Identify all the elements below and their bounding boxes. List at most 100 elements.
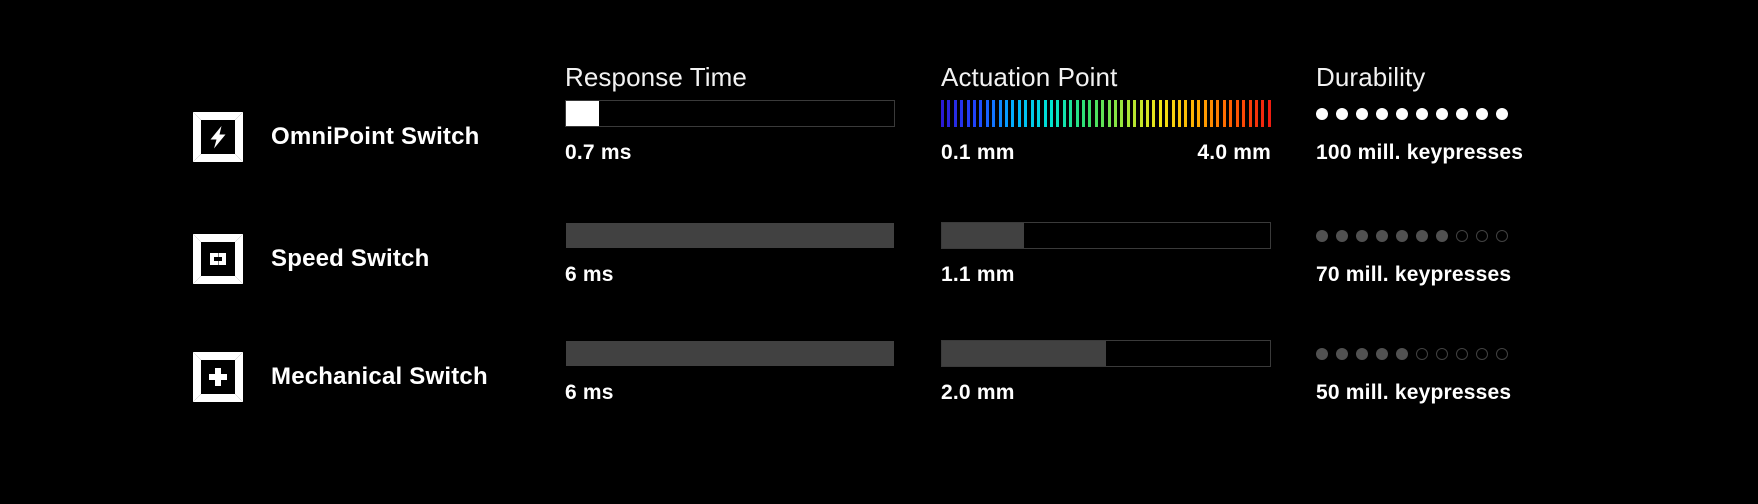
actuation-gradient-stripe [1107, 100, 1111, 127]
keycap-speed-icon [193, 234, 243, 284]
response-time-bar-fill [566, 101, 599, 126]
durability-cell: 70 mill. keypresses [1316, 222, 1646, 287]
actuation-gradient-stripe [992, 100, 996, 127]
response-time-bar-fill [566, 341, 894, 366]
actuation-gradient-stripe [1081, 100, 1085, 127]
actuation-gradient-stripe [1011, 100, 1015, 127]
actuation-gradient-stripe [1133, 100, 1137, 127]
durability-dot-filled [1316, 229, 1328, 242]
durability-cell: 50 mill. keypresses [1316, 340, 1646, 405]
response-time-value: 6 ms [565, 381, 614, 404]
durability-dot-filled [1416, 229, 1428, 242]
actuation-gradient-stripe [1216, 100, 1220, 127]
switch-comparison-table: Response Time Actuation Point Durability… [0, 0, 1758, 504]
switch-name: Mechanical Switch [271, 363, 488, 390]
switch-identity-cell: Speed Switch [190, 231, 429, 287]
actuation-point-cell: 0.1 mm 4.0 mm [941, 100, 1271, 167]
durability-dots [1316, 340, 1646, 367]
keycap-cross-icon [193, 352, 243, 402]
durability-dots [1316, 222, 1646, 249]
response-time-value: 0.7 ms [565, 141, 632, 164]
actuation-gradient-stripe [1139, 100, 1143, 127]
column-header-response-time: Response Time [565, 62, 747, 92]
actuation-gradient-stripe [1254, 100, 1258, 127]
actuation-gradient-stripe [1005, 100, 1009, 127]
actuation-gradient-stripe [1210, 100, 1214, 127]
actuation-gradient-stripe [1126, 100, 1130, 127]
column-header-actuation-point: Actuation Point [941, 62, 1118, 92]
actuation-gradient-stripe [1056, 100, 1060, 127]
actuation-point-values: 1.1 mm [941, 263, 1271, 289]
actuation-point-bar-fill [942, 341, 1106, 366]
durability-value: 100 mill. keypresses [1316, 141, 1524, 164]
actuation-gradient-stripe [1113, 100, 1117, 127]
durability-cell: 100 mill. keypresses [1316, 100, 1646, 165]
actuation-gradient-stripe [979, 100, 983, 127]
response-time-cell: 0.7 ms [565, 100, 895, 167]
actuation-gradient-stripe [1222, 100, 1226, 127]
response-time-values: 6 ms [565, 263, 895, 289]
actuation-gradient-stripe [1088, 100, 1092, 127]
actuation-gradient-stripe [1158, 100, 1162, 127]
durability-dot-empty [1496, 229, 1508, 242]
actuation-gradient-stripe [960, 100, 964, 127]
actuation-gradient-stripe [1242, 100, 1246, 127]
keycap-lightning-icon [193, 112, 243, 162]
actuation-gradient-stripe [1267, 100, 1271, 127]
response-time-value: 6 ms [565, 263, 614, 286]
durability-dot-filled [1396, 107, 1408, 120]
actuation-gradient-stripe [1037, 100, 1041, 127]
durability-dot-empty [1456, 229, 1468, 242]
durability-dot-filled [1316, 107, 1328, 120]
durability-dot-filled [1356, 229, 1368, 242]
actuation-gradient-stripe [1203, 100, 1207, 127]
actuation-point-values: 2.0 mm [941, 381, 1271, 407]
switch-name: OmniPoint Switch [271, 123, 480, 150]
actuation-gradient-stripe [1094, 100, 1098, 127]
actuation-point-value-start: 1.1 mm [941, 263, 1015, 286]
actuation-gradient-stripe [1062, 100, 1066, 127]
durability-dot-empty [1496, 347, 1508, 360]
response-time-bar [565, 222, 895, 249]
actuation-gradient-stripe [941, 100, 944, 127]
comparison-row: Speed Switch 6 ms 1.1 mm 70 mill. keypresse… [0, 222, 1758, 344]
actuation-gradient-stripe [1235, 100, 1239, 127]
actuation-point-value-start: 0.1 mm [941, 141, 1015, 164]
actuation-gradient-stripe [1178, 100, 1182, 127]
durability-dot-filled [1336, 347, 1348, 360]
actuation-gradient-stripe [1120, 100, 1124, 127]
column-header-durability: Durability [1316, 62, 1426, 92]
actuation-point-bar [941, 340, 1271, 367]
actuation-point-values: 0.1 mm 4.0 mm [941, 141, 1271, 167]
switch-identity-cell: OmniPoint Switch [190, 109, 480, 165]
durability-dot-filled [1396, 347, 1408, 360]
response-time-values: 6 ms [565, 381, 895, 407]
durability-value: 50 mill. keypresses [1316, 381, 1512, 404]
actuation-gradient-stripe [973, 100, 977, 127]
actuation-gradient-stripe [1024, 100, 1028, 127]
response-time-values: 0.7 ms [565, 141, 895, 167]
response-time-cell: 6 ms [565, 340, 895, 407]
durability-dots [1316, 100, 1646, 127]
durability-dot-filled [1356, 347, 1368, 360]
response-time-bar-fill [566, 223, 894, 248]
switch-identity-cell: Mechanical Switch [190, 349, 488, 405]
actuation-gradient-stripe [1190, 100, 1194, 127]
actuation-gradient-stripe [1146, 100, 1149, 127]
actuation-gradient-stripe [1030, 100, 1034, 127]
actuation-point-value-start: 2.0 mm [941, 381, 1015, 404]
actuation-gradient-stripe [1069, 100, 1073, 127]
durability-dot-filled [1436, 107, 1448, 120]
durability-dot-empty [1476, 347, 1488, 360]
response-time-bar [565, 100, 895, 127]
actuation-gradient-stripe [966, 100, 970, 127]
durability-dot-filled [1416, 107, 1428, 120]
actuation-gradient-stripe [947, 100, 951, 127]
comparison-row: Mechanical Switch 6 ms 2.0 mm 50 mill. keyp… [0, 340, 1758, 462]
durability-dot-filled [1396, 229, 1408, 242]
actuation-point-cell: 1.1 mm [941, 222, 1271, 289]
column-headers: Response Time Actuation Point Durability [0, 62, 1758, 96]
durability-dot-empty [1476, 229, 1488, 242]
actuation-gradient-stripe [1049, 100, 1053, 127]
actuation-gradient-stripe [1197, 100, 1201, 127]
